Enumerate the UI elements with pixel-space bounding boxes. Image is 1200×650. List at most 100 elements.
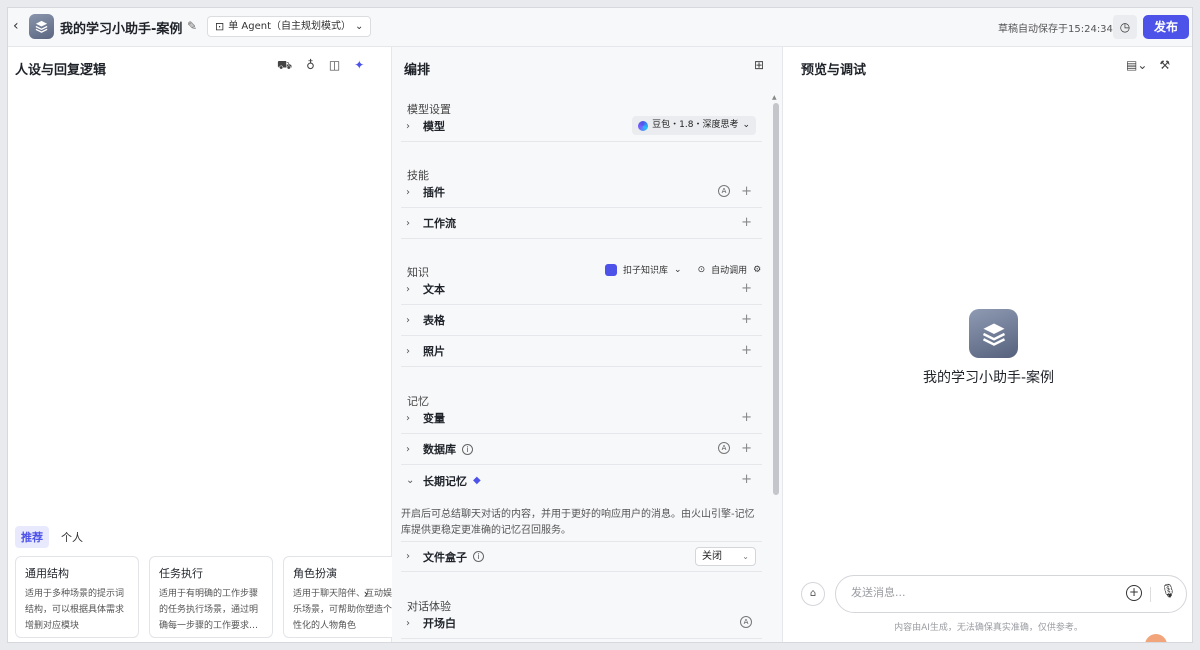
publish-button[interactable]: 发布: [1143, 15, 1189, 39]
settings-icon[interactable]: ⚙: [753, 265, 761, 275]
ai-disclaimer: 内容由AI生成，无法确保真实准确，仅供参考。: [894, 623, 1083, 633]
model-select[interactable]: 豆包・1.8・深度思考 ⌄: [632, 116, 756, 135]
bot-avatar: [969, 309, 1018, 358]
chevron-right-icon: ›: [406, 412, 410, 424]
microphone-icon[interactable]: 🎙: [1160, 584, 1177, 599]
auto-mode-icon[interactable]: A: [718, 185, 730, 197]
long-memory-row[interactable]: ⌄ 长期记忆 ◆ +: [401, 465, 762, 496]
auto-mode-icon[interactable]: A: [718, 442, 730, 454]
opening-label: 开场白: [423, 617, 456, 630]
card-title: 任务执行: [159, 567, 203, 580]
plugin-label: 插件: [423, 186, 445, 199]
clear-chat-button[interactable]: ⌂: [801, 582, 825, 606]
message-input[interactable]: [851, 586, 1101, 599]
preview-title: 预览与调试: [801, 63, 867, 78]
filebox-select[interactable]: 关闭 ⌄: [695, 547, 756, 566]
chevron-right-icon: ›: [406, 120, 410, 132]
plus-icon[interactable]: +: [741, 410, 752, 425]
model-label: 模型: [423, 120, 445, 133]
text-label: 文本: [423, 283, 445, 296]
edit-icon[interactable]: ✎: [187, 19, 197, 33]
lightbulb-icon[interactable]: ♁: [306, 58, 315, 74]
chevron-down-icon: ⌄: [355, 21, 364, 32]
variable-label: 变量: [423, 412, 445, 425]
variable-row[interactable]: › 变量 +: [401, 403, 762, 434]
layers-icon: [982, 323, 1005, 346]
auto-mode-icon[interactable]: A: [740, 616, 752, 628]
filebox-row[interactable]: › 文件盒子 i 关闭 ⌄: [401, 541, 762, 572]
card-desc: 适用于有明确的工作步骤的任务执行场景，通过明确每一步骤的工作要求…: [159, 589, 259, 631]
add-icon[interactable]: +: [1126, 585, 1142, 601]
plus-icon[interactable]: +: [741, 184, 752, 199]
split-view-icon[interactable]: ◫: [329, 58, 340, 74]
bot-icon[interactable]: ⛟: [277, 58, 292, 74]
database-label: 数据库: [423, 443, 456, 456]
tab-personal[interactable]: 个人: [55, 526, 89, 548]
preview-panel: 预览与调试 ▤⌄ ⚒ 我的学习小助手-案例 ⌂ + 🎙 内容由AI生成，无法确保…: [783, 47, 1192, 642]
photo-knowledge-row[interactable]: › 照片 +: [401, 336, 762, 367]
assistant-bubble[interactable]: [1145, 634, 1167, 642]
card-title: 角色扮演: [293, 567, 337, 580]
model-value: 豆包・1.8・深度思考: [652, 120, 739, 130]
card-desc: 适用于聊天陪伴、互动娱乐场景，可帮助你塑造个性化的人物角色: [293, 589, 393, 631]
chevron-down-icon: ⌄: [406, 475, 415, 486]
scrollbar[interactable]: [773, 103, 779, 495]
top-bar: ‹ 我的学习小助手-案例 ✎ ⊡ 单 Agent（自主规划模式） ⌄ 草稿自动保…: [8, 8, 1192, 47]
history-button[interactable]: ◷: [1113, 15, 1137, 39]
grid-icon[interactable]: ⊞: [754, 58, 764, 72]
plus-icon[interactable]: +: [741, 312, 752, 327]
template-card[interactable]: 角色扮演 适用于聊天陪伴、互动娱乐场景，可帮助你塑造个性化的人物角色: [283, 556, 407, 638]
chevron-right-icon[interactable]: ›: [357, 583, 375, 605]
plus-icon[interactable]: +: [741, 281, 752, 296]
chevron-right-icon: ›: [406, 186, 410, 198]
filebox-label: 文件盒子: [423, 550, 467, 564]
chevron-down-icon: ⌄: [742, 120, 750, 130]
divider: [1150, 587, 1151, 602]
database-row[interactable]: › 数据库 i A +: [401, 434, 762, 465]
scroll-up-icon[interactable]: ▲: [772, 94, 777, 101]
agent-mode-dropdown[interactable]: ⊡ 单 Agent（自主规划模式） ⌄: [207, 16, 372, 37]
preview-toolbar: ▤⌄ ⚒: [1126, 58, 1170, 72]
plus-icon[interactable]: +: [741, 441, 752, 456]
wrench-icon[interactable]: ⚒: [1159, 58, 1170, 72]
orchestration-title: 编排: [404, 63, 431, 78]
plus-icon[interactable]: +: [741, 472, 752, 487]
history-icon: ◷: [1119, 20, 1131, 34]
app-logo: [29, 14, 54, 39]
persona-toolbar: ⛟ ♁ ◫ ✦: [277, 58, 364, 74]
workflow-label: 工作流: [423, 217, 456, 230]
save-status: 草稿自动保存于15:24:34: [998, 24, 1113, 35]
plus-icon[interactable]: +: [741, 343, 752, 358]
layers-icon: [35, 20, 48, 33]
table-knowledge-row[interactable]: › 表格 +: [401, 305, 762, 336]
long-memory-label: 长期记忆: [423, 474, 467, 488]
magic-wand-icon[interactable]: ✦: [354, 58, 364, 74]
info-icon[interactable]: i: [462, 443, 473, 455]
agent-mode-label: 单 Agent（自主规划模式）: [228, 21, 351, 32]
chevron-right-icon: ›: [406, 443, 410, 455]
debug-options-icon[interactable]: ▤⌄: [1126, 58, 1147, 72]
workflow-row[interactable]: › 工作流 +: [401, 208, 762, 239]
card-desc: 适用于多种场景的提示词结构，可以根据具体需求增删对应模块: [25, 589, 125, 631]
doubao-logo-icon: [638, 120, 649, 131]
chevron-down-icon[interactable]: ⌄: [674, 265, 682, 275]
message-box: + 🎙: [835, 575, 1187, 613]
model-row[interactable]: › 模型 豆包・1.8・深度思考 ⌄: [401, 111, 762, 142]
text-knowledge-row[interactable]: › 文本 +: [401, 274, 762, 305]
back-icon[interactable]: ‹: [13, 18, 19, 34]
premium-gem-icon: ◆: [473, 475, 481, 486]
persona-panel: 人设与回复逻辑 ⛟ ♁ ◫ ✦ 推荐 个人 通用结构 适用于多种场景的提示词结构…: [8, 47, 407, 642]
template-cards: 通用结构 适用于多种场景的提示词结构，可以根据具体需求增删对应模块 任务执行 适…: [15, 556, 407, 638]
bot-name: 我的学习小助手-案例: [922, 370, 1055, 386]
tab-recommended[interactable]: 推荐: [15, 526, 49, 548]
chevron-right-icon: ›: [406, 217, 410, 229]
template-card[interactable]: 任务执行 适用于有明确的工作步骤的任务执行场景，通过明确每一步骤的工作要求…: [149, 556, 273, 638]
template-card[interactable]: 通用结构 适用于多种场景的提示词结构，可以根据具体需求增删对应模块: [15, 556, 139, 638]
persona-title: 人设与回复逻辑: [15, 63, 107, 78]
plugin-row[interactable]: › 插件 A +: [401, 177, 762, 208]
app-title: 我的学习小助手-案例: [60, 22, 183, 37]
chevron-right-icon: ›: [406, 551, 410, 562]
info-icon[interactable]: i: [473, 551, 484, 562]
plus-icon[interactable]: +: [741, 215, 752, 230]
opening-row[interactable]: › 开场白 A: [401, 608, 762, 639]
